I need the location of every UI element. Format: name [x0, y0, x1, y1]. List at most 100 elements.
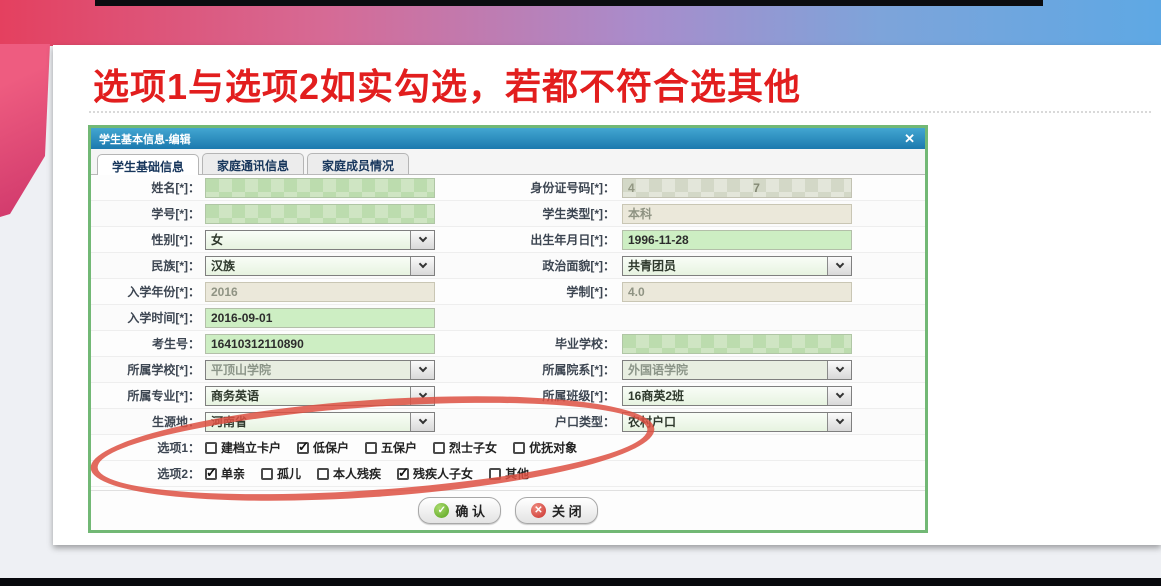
checkbox-option[interactable]: 烈士子女 — [433, 439, 497, 456]
field-cell: 女 — [205, 230, 435, 250]
field-cell — [622, 334, 852, 354]
field-label: 所属院系[*]： — [435, 361, 615, 378]
chevron-down-icon[interactable] — [410, 231, 434, 249]
presentation-slide: 选项1与选项2如实勾选，若都不符合选其他 学生基本信息-编辑 ✕ 学生基础信息 … — [53, 45, 1161, 545]
field-label: 学制[*]： — [435, 283, 615, 300]
checkbox-unchecked[interactable] — [513, 442, 525, 454]
field-cell: 1996-11-28 — [622, 230, 852, 250]
select-field[interactable]: 汉族 — [205, 256, 435, 276]
confirm-button[interactable]: ✓ 确 认 — [418, 497, 501, 524]
option-row-label: 选项2： — [91, 465, 200, 482]
checkbox-unchecked[interactable] — [433, 442, 445, 454]
select-field[interactable]: 16商英2班 — [622, 386, 852, 406]
checkbox-unchecked[interactable] — [261, 468, 273, 480]
field-cell — [205, 204, 435, 224]
checkbox-option[interactable]: 本人残疾 — [317, 465, 381, 482]
close-button[interactable]: ✕ 关 闭 — [515, 497, 598, 524]
checkbox-option[interactable]: 优抚对象 — [513, 439, 577, 456]
visible-digit: 4 — [628, 181, 635, 195]
checkbox-unchecked[interactable] — [317, 468, 329, 480]
checkbox-option[interactable]: 五保户 — [365, 439, 417, 456]
checkbox-label: 五保户 — [381, 439, 417, 456]
slide-heading: 选项1与选项2如实勾选，若都不符合选其他 — [93, 58, 801, 110]
close-icon[interactable]: ✕ — [904, 132, 915, 145]
form-row: 考生号：16410312110890毕业学校： — [91, 331, 925, 357]
chevron-down-icon[interactable] — [410, 387, 434, 405]
field-cell: 2016-09-01 — [205, 308, 435, 328]
field-cell: 本科 — [622, 204, 852, 224]
chevron-down-icon[interactable] — [410, 257, 434, 275]
chevron-down-icon[interactable] — [410, 413, 434, 431]
checkbox-option[interactable]: 低保户 — [297, 439, 349, 456]
checkbox-option[interactable]: 孤儿 — [261, 465, 301, 482]
censored-input[interactable] — [205, 178, 435, 198]
field-cell: 16410312110890 — [205, 334, 435, 354]
checkbox-checked[interactable] — [297, 442, 309, 454]
censored-id-input[interactable]: 47 — [622, 178, 852, 198]
chevron-glyph — [418, 416, 426, 424]
visible-digit: 7 — [753, 181, 760, 195]
select-field[interactable]: 农村户口 — [622, 412, 852, 432]
bottom-letterbox-bar — [0, 578, 1161, 586]
censored-input[interactable] — [622, 334, 852, 354]
chevron-down-icon[interactable] — [827, 361, 851, 379]
form-row: 性别[*]： 女 出生年月日[*]： 1996-11-28 — [91, 227, 925, 253]
text-input[interactable]: 16410312110890 — [205, 334, 435, 354]
select-field[interactable]: 共青团员 — [622, 256, 852, 276]
select-field[interactable]: 商务英语 — [205, 386, 435, 406]
chevron-down-icon[interactable] — [827, 387, 851, 405]
form-row: 生源地：河南省户口类型：农村户口 — [91, 409, 925, 435]
select-field[interactable]: 外国语学院 — [622, 360, 852, 380]
checkbox-label: 残疾人子女 — [413, 465, 473, 482]
checkbox-unchecked[interactable] — [365, 442, 377, 454]
chevron-glyph — [835, 390, 843, 398]
checkbox-option[interactable]: 建档立卡户 — [205, 439, 281, 456]
select-value: 女 — [206, 231, 223, 248]
checkbox-label: 单亲 — [221, 465, 245, 482]
text-input[interactable]: 1996-11-28 — [622, 230, 852, 250]
select-value: 外国语学院 — [623, 361, 688, 378]
text-input[interactable]: 本科 — [622, 204, 852, 224]
checkbox-label: 低保户 — [313, 439, 349, 456]
tab-student-basic-info[interactable]: 学生基础信息 — [97, 154, 199, 175]
dialog-footer: ✓ 确 认 ✕ 关 闭 — [91, 490, 925, 530]
checkbox-option[interactable]: 其他 — [489, 465, 529, 482]
checkbox-checked[interactable] — [397, 468, 409, 480]
dialog-tabstrip: 学生基础信息 家庭通讯信息 家庭成员情况 — [91, 149, 925, 175]
checkbox-unchecked[interactable] — [489, 468, 501, 480]
checkbox-unchecked[interactable] — [205, 442, 217, 454]
form-row: 入学年份[*]：2016学制[*]：4.0 — [91, 279, 925, 305]
censored-input[interactable] — [205, 204, 435, 224]
checkbox-checked[interactable] — [205, 468, 217, 480]
chevron-down-icon[interactable] — [827, 413, 851, 431]
tab-family-contact-info[interactable]: 家庭通讯信息 — [202, 153, 304, 174]
field-label: 出生年月日[*]： — [435, 231, 615, 248]
checkbox-label: 优抚对象 — [529, 439, 577, 456]
chevron-glyph — [418, 390, 426, 398]
field-label: 所属班级[*]： — [435, 387, 615, 404]
chevron-down-icon[interactable] — [410, 361, 434, 379]
field-label: 生源地： — [91, 413, 200, 430]
text-input[interactable]: 4.0 — [622, 282, 852, 302]
text-input[interactable]: 2016-09-01 — [205, 308, 435, 328]
field-label: 考生号： — [91, 335, 200, 352]
student-info-edit-dialog: 学生基本信息-编辑 ✕ 学生基础信息 家庭通讯信息 家庭成员情况 姓名[*]：身… — [88, 125, 928, 533]
tab-family-members[interactable]: 家庭成员情况 — [307, 153, 409, 174]
top-letterbox-bar — [95, 0, 1043, 6]
video-frame: 选项1与选项2如实勾选，若都不符合选其他 学生基本信息-编辑 ✕ 学生基础信息 … — [0, 0, 1161, 586]
form-row: 入学时间[*]：2016-09-01 — [91, 305, 925, 331]
form-row: 所属学校[*]： 平顶山学院所属院系[*]： 外国语学院 — [91, 357, 925, 383]
checkbox-option[interactable]: 单亲 — [205, 465, 245, 482]
select-field[interactable]: 女 — [205, 230, 435, 250]
text-input[interactable]: 2016 — [205, 282, 435, 302]
checkbox-option[interactable]: 残疾人子女 — [397, 465, 473, 482]
dialog-title: 学生基本信息-编辑 — [99, 131, 191, 147]
select-field[interactable]: 平顶山学院 — [205, 360, 435, 380]
checkbox-label: 建档立卡户 — [221, 439, 281, 456]
dialog-titlebar: 学生基本信息-编辑 ✕ — [91, 128, 925, 149]
select-field[interactable]: 河南省 — [205, 412, 435, 432]
field-label: 性别[*]： — [91, 231, 200, 248]
field-label: 民族[*]： — [91, 257, 200, 274]
field-label: 所属学校[*]： — [91, 361, 200, 378]
chevron-down-icon[interactable] — [827, 257, 851, 275]
